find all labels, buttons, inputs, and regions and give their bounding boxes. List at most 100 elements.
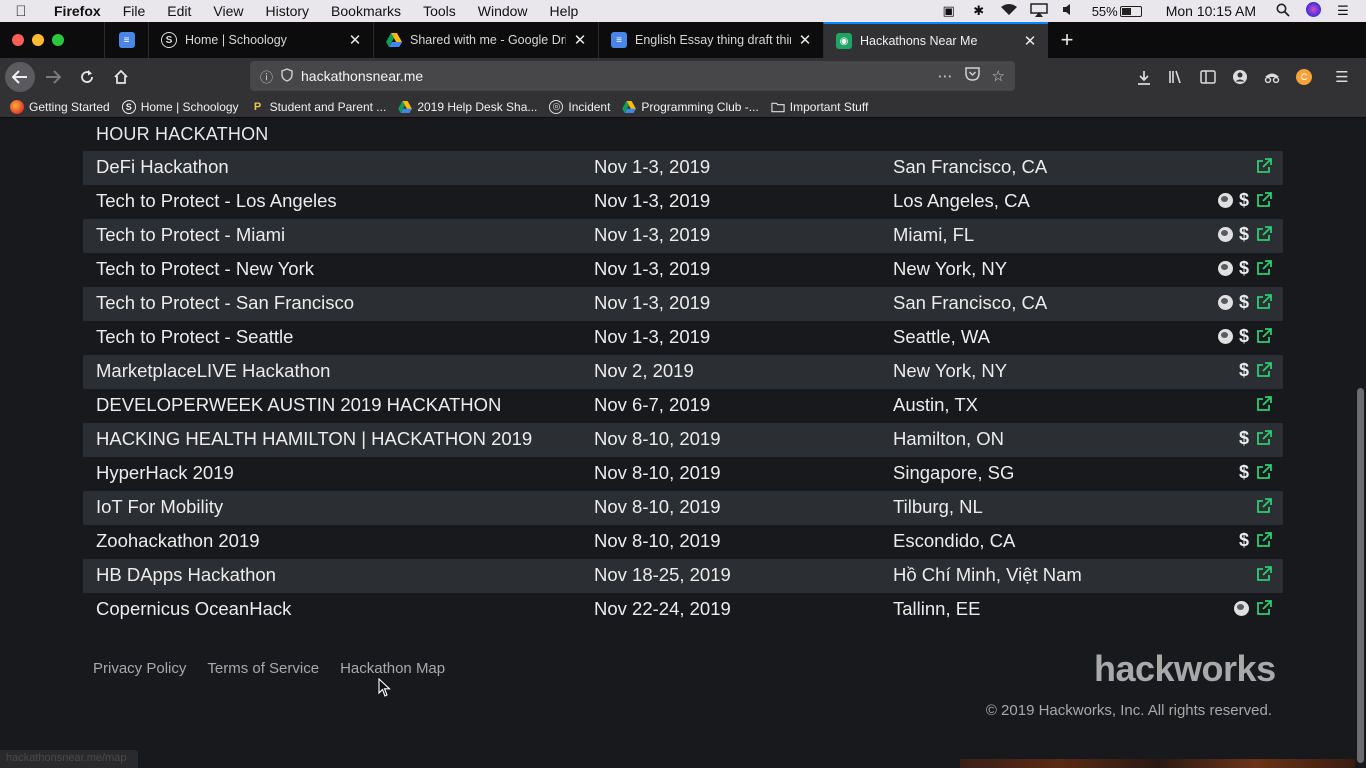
event-name[interactable]: Tech to Protect - Miami [96,224,594,246]
close-window-button[interactable] [12,34,24,46]
external-link-icon[interactable] [1255,429,1273,447]
window-controls [0,22,104,58]
event-name[interactable]: MarketplaceLIVE Hackathon [96,360,594,382]
bookmark-student-parent[interactable]: P Student and Parent ... [251,100,386,114]
account-icon[interactable] [1224,62,1256,92]
close-tab-icon[interactable]: ✕ [797,31,813,49]
menu-history[interactable]: History [254,3,320,19]
menu-window[interactable]: Window [467,3,539,19]
back-button[interactable] [5,62,35,92]
battery-icon[interactable] [1119,5,1142,17]
event-location: Austin, TX [893,394,979,415]
hamburger-menu-icon[interactable]: ☰ [1326,62,1358,92]
external-link-icon[interactable] [1255,497,1273,515]
event-icons [1113,496,1283,516]
wifi-icon[interactable] [994,3,1024,19]
app-menu-firefox[interactable]: Firefox [42,3,112,19]
menu-help[interactable]: Help [539,3,590,19]
event-name[interactable]: Tech to Protect - Los Angeles [96,190,594,212]
hackathon-map-link[interactable]: Hackathon Map [340,660,445,677]
map-pin-icon: ◉ [836,33,852,49]
tab-english-essay[interactable]: ≡ English Essay thing draft thing ✕ [598,22,823,58]
external-link-icon[interactable] [1255,327,1273,345]
event-name[interactable]: HyperHack 2019 [96,462,594,484]
bookmark-star-icon[interactable]: ☆ [992,67,1005,85]
reload-button[interactable] [71,61,103,93]
tab-schoology[interactable]: S Home | Schoology ✕ [148,22,373,58]
notification-center-icon[interactable]: ☰ [1328,3,1358,19]
url-text[interactable]: hackathonsnear.me [301,68,926,84]
external-link-icon[interactable] [1255,361,1273,379]
incognito-extension-icon[interactable] [1256,62,1288,92]
close-tab-icon[interactable]: ✕ [347,31,363,49]
external-link-icon[interactable] [1255,599,1273,617]
bookmark-programming-club[interactable]: Programming Club -... [622,100,759,114]
apple-menu-icon[interactable]:  [0,3,42,20]
tab-hackathons-near-me[interactable]: ◉ Hackathons Near Me ✕ [823,22,1048,58]
bookmark-schoology[interactable]: S Home | Schoology [121,99,239,114]
address-bar[interactable]: ⓘ hackathonsnear.me ⋯ ☆ [250,61,1015,91]
event-name[interactable]: DeFi Hackathon [96,156,594,178]
bookmark-getting-started[interactable]: Getting Started [10,99,110,114]
page-actions-icon[interactable]: ⋯ [938,67,953,85]
tracking-protection-shield-icon[interactable] [281,67,293,85]
external-link-icon[interactable] [1255,531,1273,549]
external-link-icon[interactable] [1255,463,1273,481]
event-icons: $ [1113,360,1283,380]
close-tab-icon[interactable]: ✕ [572,31,588,49]
event-name[interactable]: HB DApps Hackathon [96,564,594,586]
menu-view[interactable]: View [202,3,254,19]
package-icon[interactable]: ▣ [934,3,964,19]
bluetooth-icon[interactable]: ✱ [964,3,994,19]
menu-edit[interactable]: Edit [156,3,202,19]
honey-extension-icon[interactable]: C [1288,62,1320,92]
close-tab-icon[interactable]: ✕ [1022,32,1038,50]
tab-label: English Essay thing draft thing [635,33,791,47]
menu-file[interactable]: File [112,3,157,19]
external-link-icon[interactable] [1255,395,1273,413]
external-link-icon[interactable] [1255,293,1273,311]
airplay-icon[interactable] [1024,2,1054,20]
event-name[interactable]: Tech to Protect - San Francisco [96,292,594,314]
event-name[interactable]: DEVELOPERWEEK AUSTIN 2019 HACKATHON [96,394,594,416]
zoom-window-button[interactable] [52,34,64,46]
event-name[interactable]: Copernicus OceanHack [96,598,594,620]
siri-icon[interactable] [1298,2,1328,20]
event-name[interactable]: Zoohackathon 2019 [96,530,594,552]
menu-bookmarks[interactable]: Bookmarks [320,3,412,19]
tab-google-drive[interactable]: Shared with me - Google Drive ✕ [373,22,598,58]
page-scrollbar[interactable] [1355,118,1366,768]
menu-tools[interactable]: Tools [412,3,467,19]
bookmark-help-desk[interactable]: 2019 Help Desk Sha... [398,100,537,114]
external-link-icon[interactable] [1255,191,1273,209]
volume-icon[interactable] [1054,3,1084,19]
event-name[interactable]: Tech to Protect - Seattle [96,326,594,348]
downloads-icon[interactable] [1128,62,1160,92]
sidebar-icon[interactable] [1192,62,1224,92]
privacy-policy-link[interactable]: Privacy Policy [93,660,186,677]
external-link-icon[interactable] [1255,157,1273,175]
external-link-icon[interactable] [1255,225,1273,243]
bookmark-incident[interactable]: ◎ Incident [549,99,610,114]
previous-event-name-tail[interactable]: HOUR HACKATHON [96,124,268,145]
forward-button[interactable] [37,61,69,93]
terms-of-service-link[interactable]: Terms of Service [207,660,319,677]
pocket-icon[interactable] [964,67,980,85]
battery-percentage[interactable]: 55% [1084,4,1120,19]
library-icon[interactable] [1160,62,1192,92]
new-tab-button[interactable]: + [1048,22,1086,58]
info-icon[interactable]: ⓘ [260,67,273,86]
spotlight-search-icon[interactable] [1268,3,1298,20]
clock[interactable]: Mon 10:15 AM [1154,3,1268,19]
external-link-icon[interactable] [1255,259,1273,277]
external-link-icon[interactable] [1255,565,1273,583]
event-name[interactable]: HACKING HEALTH HAMILTON | HACKATHON 2019 [96,428,594,450]
event-name[interactable]: Tech to Protect - New York [96,258,594,280]
bookmark-folder-important-stuff[interactable]: Important Stuff [771,100,868,114]
home-button[interactable] [105,61,137,93]
scrollbar-thumb[interactable] [1357,388,1364,763]
event-name[interactable]: IoT For Mobility [96,496,594,518]
hackworks-logo[interactable]: hackworks [1094,648,1276,690]
minimize-window-button[interactable] [32,34,44,46]
tab-pinned-docs[interactable]: ≡ [104,22,148,58]
